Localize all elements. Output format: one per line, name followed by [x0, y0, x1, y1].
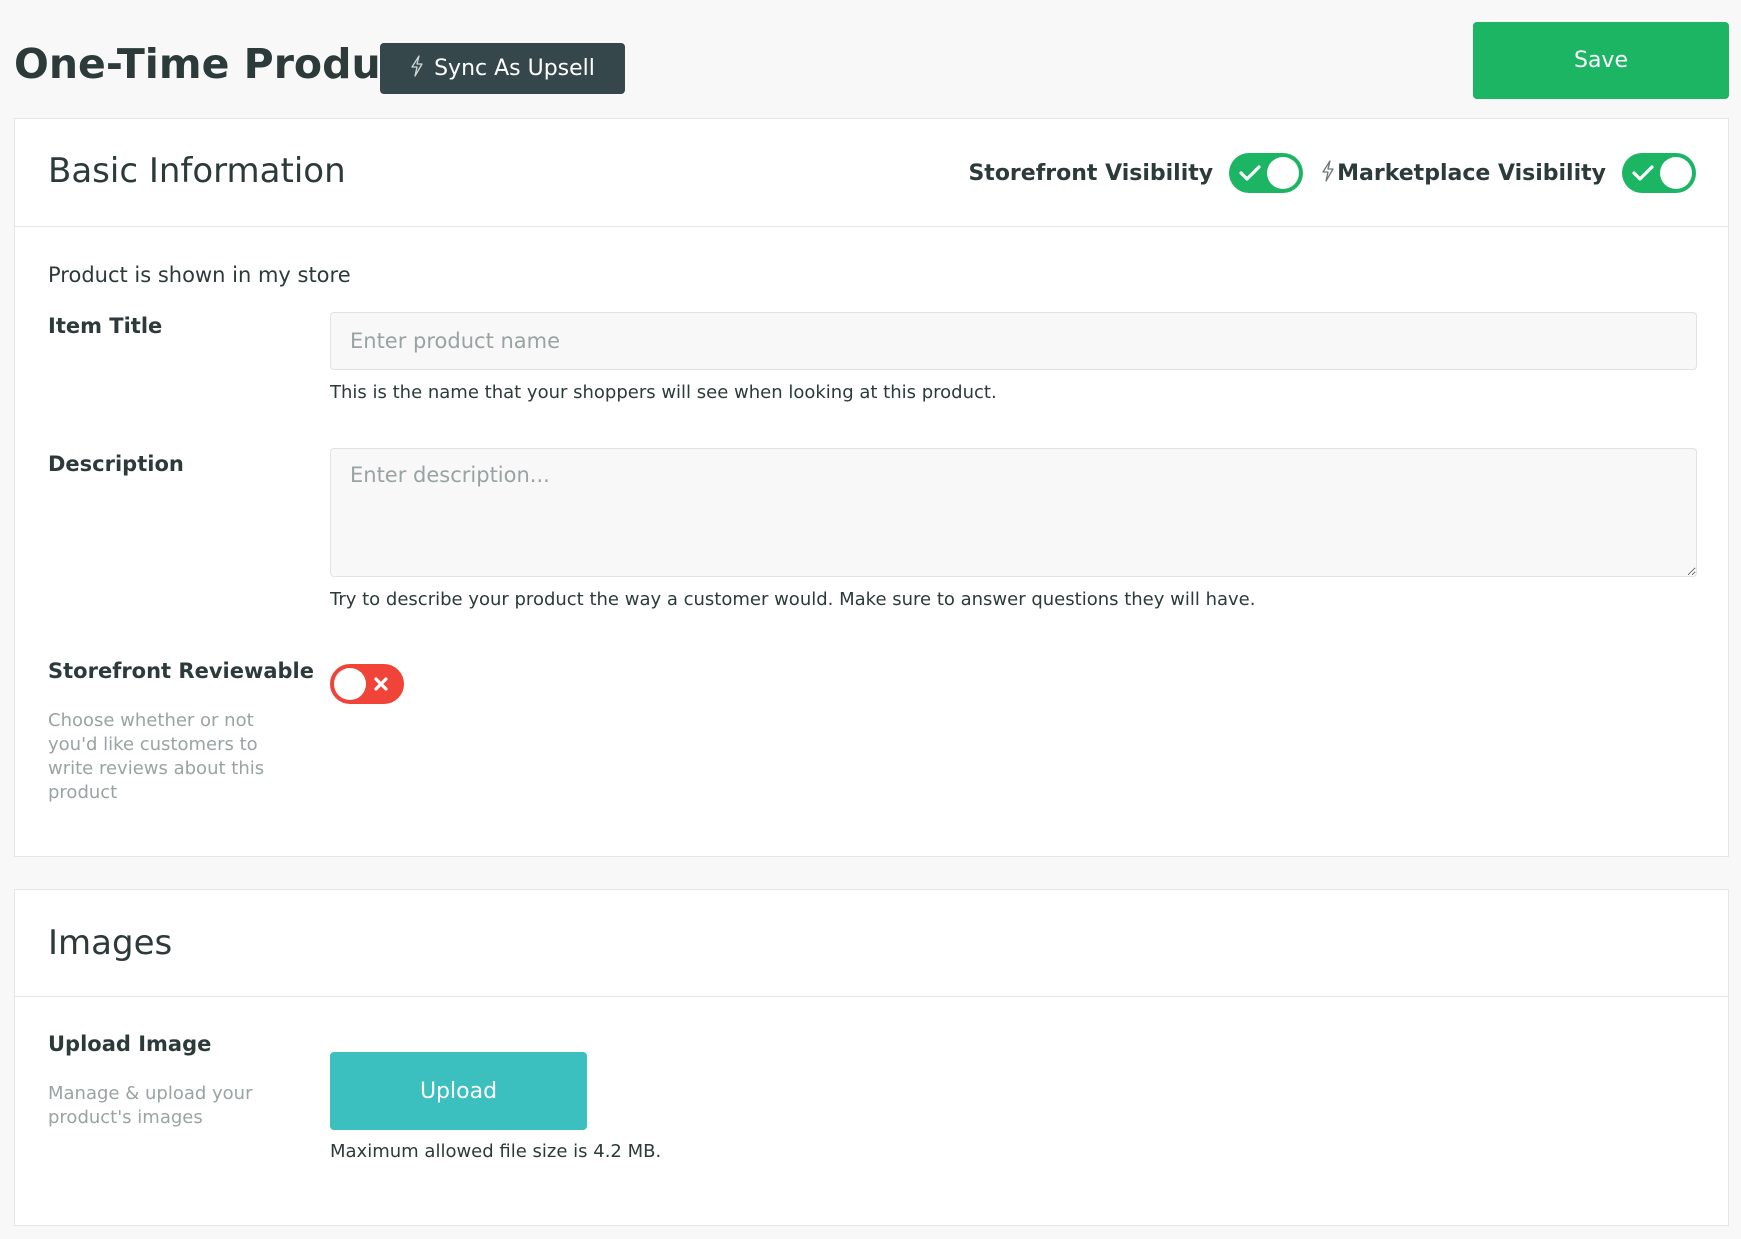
page-title: One-Time Product — [14, 40, 425, 88]
description-textarea[interactable] — [330, 448, 1697, 577]
upload-button-label: Upload — [419, 1078, 498, 1104]
close-icon — [373, 664, 389, 704]
save-button[interactable]: Save — [1473, 22, 1729, 99]
visibility-controls: Storefront Visibility Marketplace Visibi… — [968, 153, 1696, 193]
lightning-bolt-icon — [1321, 159, 1335, 187]
images-card: Images Upload Image Manage & upload your… — [14, 889, 1729, 1226]
check-icon — [1632, 153, 1654, 193]
basic-information-title: Basic Information — [48, 151, 346, 191]
toggle-knob — [1660, 157, 1692, 189]
product-editor-page: One-Time Product Sync As Upsell Save Bas… — [0, 0, 1741, 1239]
images-title: Images — [48, 923, 173, 963]
marketplace-visibility-toggle[interactable] — [1622, 153, 1696, 193]
upload-image-description: Manage & upload your product's images — [48, 1083, 253, 1128]
item-title-label: Item Title — [48, 314, 163, 338]
upload-button[interactable]: Upload — [330, 1052, 587, 1130]
storefront-reviewable-toggle[interactable] — [330, 664, 404, 704]
marketplace-visibility-label-group: Marketplace Visibility — [1321, 159, 1606, 187]
save-button-label: Save — [1573, 48, 1628, 73]
marketplace-visibility-label: Marketplace Visibility — [1337, 160, 1606, 186]
sync-as-upsell-label: Sync As Upsell — [434, 56, 595, 81]
visibility-status-text: Product is shown in my store — [48, 263, 351, 287]
toggle-knob — [1267, 157, 1300, 189]
description-help: Try to describe your product the way a c… — [330, 589, 1256, 610]
description-label: Description — [48, 452, 184, 476]
upload-image-label: Upload Image — [48, 1032, 212, 1056]
lightning-bolt-icon — [410, 55, 424, 82]
storefront-visibility-toggle[interactable] — [1229, 153, 1304, 193]
storefront-visibility-label: Storefront Visibility — [968, 160, 1214, 186]
toggle-knob — [334, 668, 366, 700]
basic-information-card: Basic Information Storefront Visibility … — [14, 118, 1729, 857]
sync-as-upsell-button[interactable]: Sync As Upsell — [380, 43, 625, 94]
storefront-reviewable-description: Choose whether or not you'd like custome… — [48, 710, 265, 803]
basic-information-header: Basic Information Storefront Visibility … — [15, 119, 1728, 227]
check-icon — [1239, 153, 1261, 193]
item-title-help: This is the name that your shoppers will… — [330, 382, 997, 403]
max-file-size-text: Maximum allowed file size is 4.2 MB. — [330, 1141, 662, 1162]
storefront-reviewable-label: Storefront Reviewable — [48, 659, 314, 683]
images-header: Images — [15, 890, 1728, 997]
item-title-input[interactable] — [330, 312, 1697, 370]
